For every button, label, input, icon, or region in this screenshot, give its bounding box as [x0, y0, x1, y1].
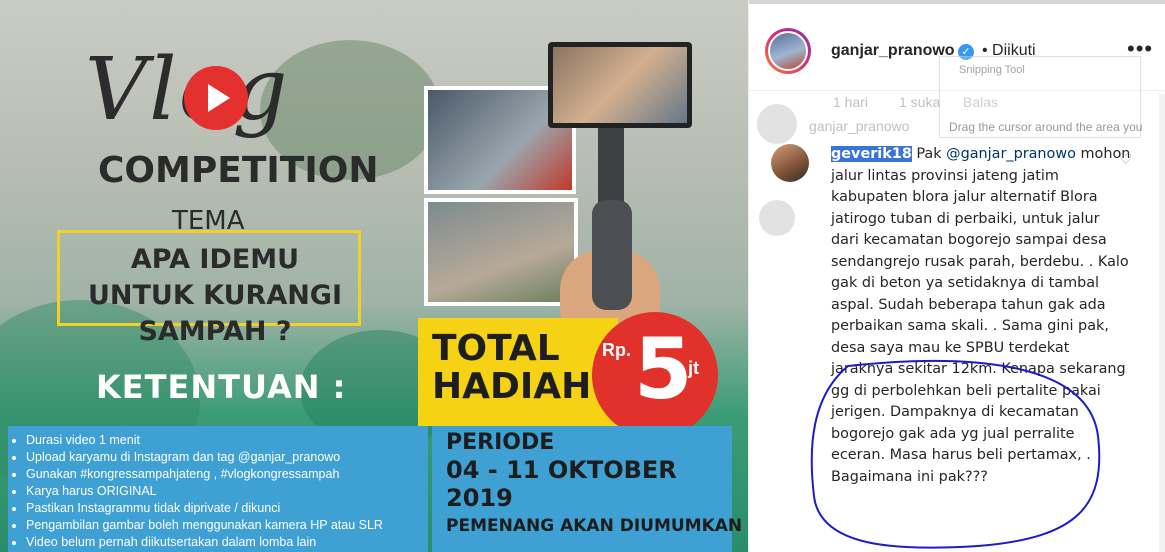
rule-item: Durasi video 1 menit — [26, 432, 438, 449]
pemenang-text: PEMENANG AKAN DIUMUMKAN — [446, 516, 743, 536]
snipping-tool-hint: Drag the cursor around the area you — [949, 120, 1143, 134]
gimbal-handle — [592, 200, 632, 310]
commenter-avatar[interactable] — [771, 144, 809, 182]
competition-heading: COMPETITION — [98, 150, 379, 191]
ghost-username: ganjar_pranowo — [809, 118, 910, 134]
annotation-circle — [810, 359, 1101, 549]
comment-prefix: Pak — [916, 146, 942, 162]
snipping-tool-title: Snipping Tool — [959, 64, 1025, 76]
rules-list: Durasi video 1 menit Upload karyamu di I… — [14, 432, 438, 551]
rule-item: Upload karyamu di Instagram dan tag @gan… — [26, 449, 438, 466]
profile-avatar[interactable] — [765, 28, 811, 74]
like-heart-icon[interactable]: ♡ — [1119, 150, 1132, 168]
ghost-avatar — [759, 200, 795, 236]
rule-item: Pastikan Instagrammu tidak diprivate / d… — [26, 500, 438, 517]
prize-amount: 5 — [634, 320, 693, 418]
phone-on-gimbal — [548, 42, 692, 128]
comment-mention[interactable]: @ganjar_pranowo — [946, 146, 1076, 162]
prize-unit: jt — [688, 358, 699, 378]
tema-text: APA IDEMU UNTUK KURANGI SAMPAH ? — [87, 244, 343, 347]
scrollbar[interactable] — [1159, 94, 1165, 552]
comment-time: 1 hari — [833, 94, 869, 110]
prize-currency: Rp. — [602, 340, 631, 360]
ketentuan-heading: KETENTUAN : — [96, 368, 347, 406]
profile-username[interactable]: ganjar_pranowo — [831, 42, 955, 60]
prize-badge: Rp. 5 jt — [592, 312, 718, 438]
rule-item: Pengambilan gambar boleh menggunakan kam… — [26, 517, 438, 534]
photo-river-trash — [424, 198, 578, 306]
comment-username[interactable]: geverik18 — [831, 146, 912, 162]
rule-item: Karya harus ORIGINAL — [26, 483, 438, 500]
top-divider — [749, 0, 1165, 4]
comment-likes[interactable]: 1 suka — [899, 94, 940, 110]
profile-photo — [768, 31, 808, 71]
rule-item: Video belum pernah diikutsertakan dalam … — [26, 534, 438, 551]
total-hadiah-text: TOTAL HADIAH — [432, 328, 592, 407]
periode-label: PERIODE — [446, 430, 555, 455]
periode-dates: 04 - 11 OKTOBER 2019 — [446, 456, 677, 512]
ghost-avatar — [757, 104, 797, 144]
vlog-competition-poster: Vlog COMPETITION TEMA APA IDEMU UNTUK KU… — [0, 0, 748, 552]
rule-item: Gunakan #kongressampahjateng , #vlogkong… — [26, 466, 438, 483]
play-icon — [184, 66, 248, 130]
